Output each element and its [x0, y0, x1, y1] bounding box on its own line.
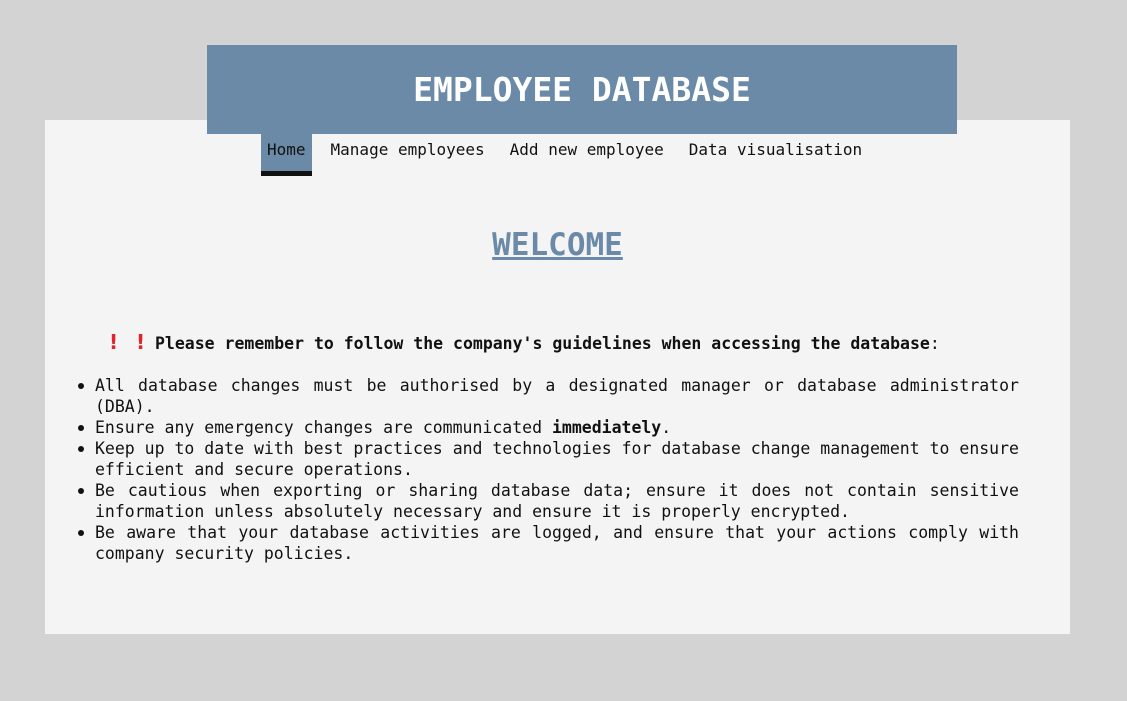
list-item: Be aware that your database activities a… [78, 523, 1019, 563]
rule-text: Ensure any emergency changes are communi… [95, 418, 552, 437]
list-item: All database changes must be authorised … [78, 376, 1019, 416]
page-title: EMPLOYEE DATABASE [413, 70, 751, 109]
nav-item-manage-employees[interactable]: Manage employees [325, 134, 491, 170]
list-item: Be cautious when exporting or sharing da… [78, 481, 1019, 521]
exclamation-icon: ! [108, 330, 119, 354]
rule-emphasis: immediately [551, 418, 662, 437]
exclamation-icon: ! [135, 330, 146, 354]
header-banner: EMPLOYEE DATABASE [207, 45, 957, 134]
nav-item-home[interactable]: Home [261, 134, 312, 176]
notice-text: Please remember to follow the company's … [155, 334, 930, 353]
nav-item-data-visualisation[interactable]: Data visualisation [683, 134, 868, 170]
guidelines-notice: !! Please remember to follow the company'… [100, 330, 940, 356]
guidelines-list: All database changes must be authorised … [78, 375, 1019, 564]
nav-item-add-new-employee[interactable]: Add new employee [504, 134, 670, 170]
page: EMPLOYEE DATABASE Home Manage employees … [0, 0, 1127, 701]
welcome-heading: WELCOME [492, 227, 623, 263]
list-item: Ensure any emergency changes are communi… [78, 417, 1019, 438]
list-item: Keep up to date with best practices and … [78, 439, 1019, 479]
rule-suffix: . [661, 418, 672, 437]
notice-suffix: : [929, 334, 940, 353]
main-nav: Home Manage employees Add new employee D… [261, 134, 881, 176]
